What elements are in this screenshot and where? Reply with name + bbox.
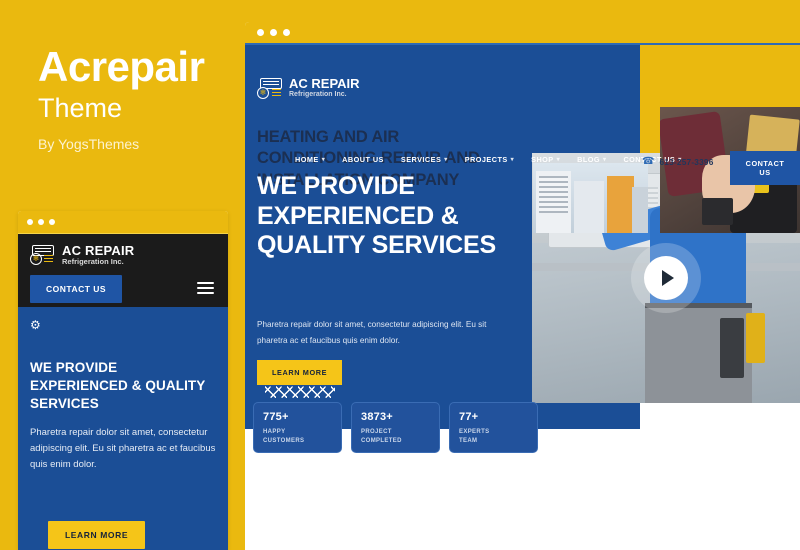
chevron-down-icon: ▾ <box>444 157 448 163</box>
nav-item-home[interactable]: HOME ▾ <box>295 155 325 164</box>
mobile-logo[interactable]: ❄ AC REPAIR Refrigeration Inc. <box>30 244 216 266</box>
snowflake-icon: ❄ <box>257 86 269 99</box>
window-dot-maximize-icon[interactable] <box>49 219 55 225</box>
hamburger-icon[interactable] <box>197 282 214 297</box>
desktop-preview-window: ❄ AC REPAIR Refrigeration Inc. HOME ▾ AB… <box>245 22 800 550</box>
nav-item-services[interactable]: SERVICES ▾ <box>401 155 448 164</box>
theme-subtitle: Theme <box>38 93 123 123</box>
mobile-hero-paragraph: Pharetra repair dolor sit amet, consecte… <box>30 427 216 470</box>
desktop-main-navigation: HOME ▾ ABOUT US SERVICES ▾ PROJECTS ▾ SH… <box>295 155 682 164</box>
window-dot-minimize-icon[interactable] <box>38 219 44 225</box>
theme-author: By YogsThemes <box>38 136 140 152</box>
play-button[interactable] <box>644 256 688 300</box>
desktop-logo-tagline: Refrigeration Inc. <box>289 90 347 98</box>
nav-item-shop[interactable]: SHOP ▾ <box>531 155 560 164</box>
mobile-logo-tagline: Refrigeration Inc. <box>62 256 124 266</box>
phone-number: 613-257-3396 <box>659 156 714 167</box>
window-dot-maximize-icon[interactable] <box>283 29 290 36</box>
chevron-down-icon: ▾ <box>510 157 515 163</box>
ac-unit-logo-icon: ❄ <box>30 244 56 265</box>
mobile-preview-window: ❄ AC REPAIR Refrigeration Inc. CONTACT U… <box>18 211 228 550</box>
window-dot-close-icon[interactable] <box>257 29 264 36</box>
stats-row: 775+ HAPPY CUSTOMERS 3873+ PROJECT COMPL… <box>253 402 538 453</box>
snowflake-icon: ❄ <box>30 252 42 265</box>
desktop-logo[interactable]: ❄ AC REPAIR Refrigeration Inc. <box>257 77 360 99</box>
desktop-hero-paragraph: Pharetra repair dolor sit amet, consecte… <box>257 320 487 345</box>
stat-number: 775+ <box>263 411 289 423</box>
stat-card: 775+ HAPPY CUSTOMERS <box>253 402 342 453</box>
gear-icon: ⚙ <box>30 318 41 332</box>
header-phone[interactable]: ☎ 613-257-3396 <box>642 156 714 167</box>
desktop-preview-body: ❄ AC REPAIR Refrigeration Inc. HOME ▾ AB… <box>245 45 800 550</box>
play-icon <box>661 270 674 286</box>
nav-item-about-us[interactable]: ABOUT US <box>342 155 384 164</box>
chevron-down-icon: ▾ <box>556 157 561 163</box>
nav-item-projects[interactable]: PROJECTS ▾ <box>465 155 514 164</box>
window-dot-close-icon[interactable] <box>27 219 33 225</box>
phone-icon: ☎ <box>642 156 655 167</box>
mobile-learn-more-button[interactable]: LEARN MORE <box>48 521 146 549</box>
sparkle-icon: ✦ <box>257 244 265 254</box>
mobile-logo-name: AC REPAIR <box>62 243 135 258</box>
chevron-down-icon: ▾ <box>602 157 607 163</box>
header-contact-button[interactable]: CONTACT US <box>730 151 800 185</box>
mobile-hero-title: WE PROVIDE EXPERIENCED & QUALITY SERVICE… <box>30 360 206 411</box>
chevron-down-icon: ▾ <box>321 157 326 163</box>
stat-card: 3873+ PROJECT COMPLETED <box>351 402 440 453</box>
stat-label: PROJECT COMPLETED <box>361 429 402 444</box>
stat-card: 77+ EXPERTS TEAM <box>449 402 538 453</box>
mobile-hero-section: ⚙ WE PROVIDE EXPERIENCED & QUALITY SERVI… <box>18 307 228 550</box>
stat-number: 77+ <box>459 411 479 423</box>
mobile-site-header: ❄ AC REPAIR Refrigeration Inc. CONTACT U… <box>18 234 228 307</box>
desktop-learn-more-button[interactable]: LEARN MORE <box>257 360 343 385</box>
desktop-hero-title: WE PROVIDE EXPERIENCED & QUALITY SERVICE… <box>257 172 496 259</box>
stat-label: EXPERTS TEAM <box>459 429 490 444</box>
desktop-logo-name: AC REPAIR <box>289 76 360 91</box>
mobile-contact-button[interactable]: CONTACT US <box>30 275 123 303</box>
mobile-preview-body: ❄ AC REPAIR Refrigeration Inc. CONTACT U… <box>18 234 228 550</box>
stat-label: HAPPY CUSTOMERS <box>263 429 305 444</box>
nav-item-blog[interactable]: BLOG ▾ <box>577 155 606 164</box>
stat-number: 3873+ <box>361 411 393 423</box>
theme-title: Acrepair <box>38 43 205 90</box>
mobile-window-titlebar <box>18 211 228 234</box>
desktop-window-titlebar <box>245 22 800 45</box>
window-dot-minimize-icon[interactable] <box>270 29 277 36</box>
ac-unit-logo-icon: ❄ <box>257 77 283 99</box>
zigzag-decoration <box>265 386 335 398</box>
